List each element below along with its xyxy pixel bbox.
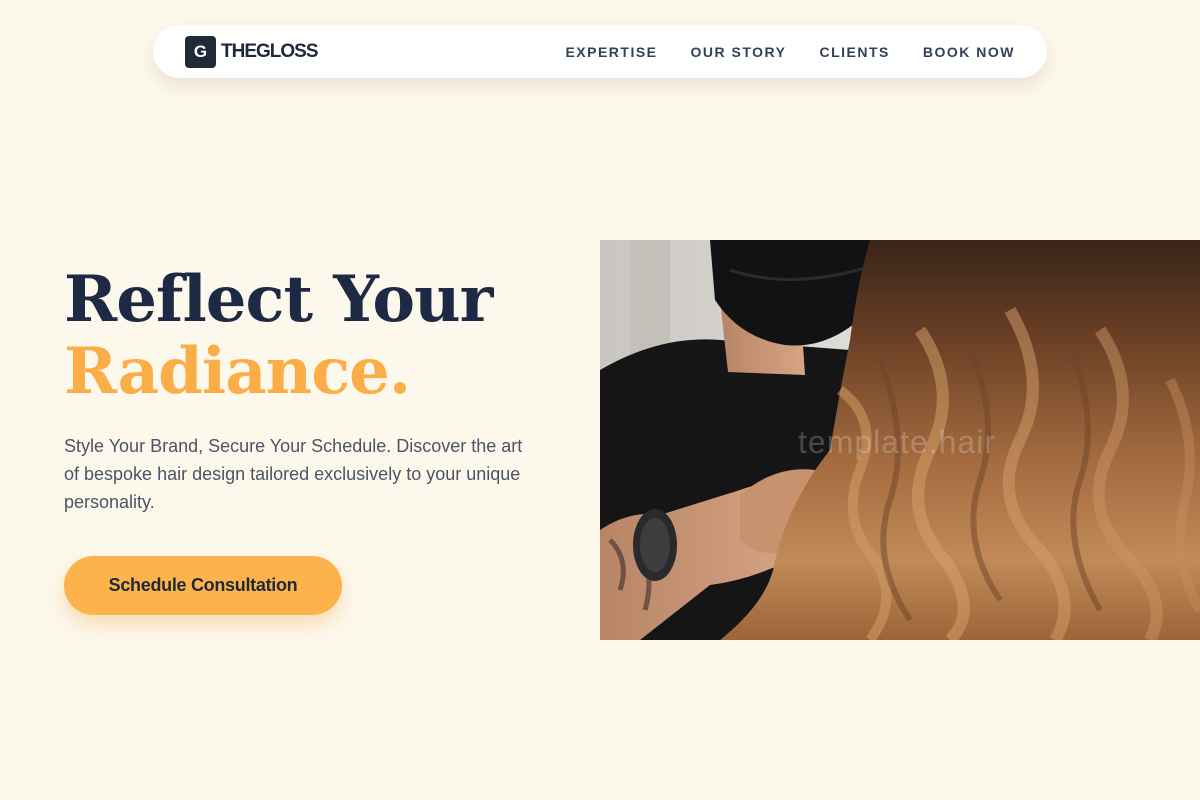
nav-link-expertise[interactable]: EXPERTISE <box>565 44 657 60</box>
logo-text: THEGLOSS <box>221 40 319 62</box>
nav-link-book-now[interactable]: BOOK NOW <box>923 44 1015 60</box>
hero-title-line2: Radiance. <box>64 334 411 409</box>
logo-mark-icon: G <box>185 35 216 68</box>
nav-link-our-story[interactable]: OUR STORY <box>691 44 787 60</box>
logo[interactable]: G THEGLOSS <box>185 35 319 68</box>
photo-watermark: template.hair <box>798 424 996 460</box>
schedule-consultation-button[interactable]: Schedule Consultation <box>64 556 342 615</box>
nav-link-clients[interactable]: CLIENTS <box>820 44 890 60</box>
hero-photo: template.hair <box>600 240 1200 640</box>
hero-title-line1: Reflect Your <box>64 262 493 337</box>
hero-title: Reflect Your Radiance. <box>64 262 493 409</box>
nav-links: EXPERTISE OUR STORY CLIENTS BOOK NOW <box>565 44 1015 60</box>
top-navbar: G THEGLOSS EXPERTISE OUR STORY CLIENTS B… <box>153 25 1047 78</box>
hero-subtitle: Style Your Brand, Secure Your Schedule. … <box>64 436 523 512</box>
